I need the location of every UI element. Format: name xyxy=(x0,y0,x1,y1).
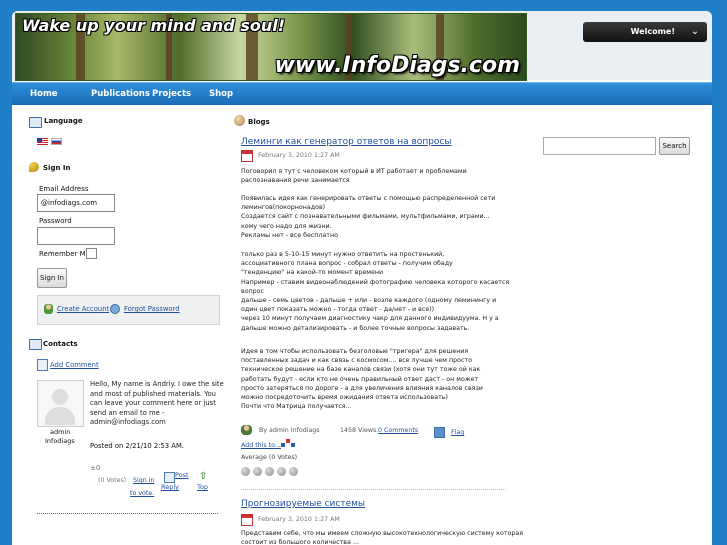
arrow-up-icon: ⇧ xyxy=(199,471,208,482)
calendar-icon xyxy=(241,514,253,526)
posted-date: Posted on 2/21/10 2:53 AM. xyxy=(90,442,184,450)
post-reply-link[interactable]: Post xyxy=(175,471,189,479)
create-account-link[interactable]: Create Account xyxy=(57,305,109,313)
remember-me-checkbox[interactable] xyxy=(86,248,97,259)
sign-in-link[interactable]: Sign in xyxy=(133,477,154,484)
post-title[interactable]: Прогнозируемые системы xyxy=(241,499,365,509)
remember-me-label: Remember Me xyxy=(39,250,90,258)
nav-projects[interactable]: Projects xyxy=(152,83,191,105)
to-vote-link[interactable]: to vote. xyxy=(130,490,154,497)
page: { "banner":{"tagline":"Wake up your mind… xyxy=(0,0,727,545)
forgot-password-link[interactable]: Forgot Password xyxy=(124,305,180,313)
post-paragraph: только раз в 5-10-15 минут нужно ответит… xyxy=(241,251,510,332)
banner-image: Wake up your mind and soul! www.InfoDiag… xyxy=(15,13,527,81)
message-line: send an email to me - xyxy=(90,408,165,417)
header-banner: Wake up your mind and soul! www.InfoDiag… xyxy=(12,11,712,81)
blogs-icon xyxy=(234,115,245,126)
blogs-title: Blogs xyxy=(248,118,270,126)
contact-message: Hello, My name is Andriy. I owe the site… xyxy=(90,380,224,428)
chevron-down-icon[interactable]: ⌄ xyxy=(683,22,707,42)
site-logo-text[interactable]: www.InfoDiags.com xyxy=(275,53,520,78)
rating-star-icon[interactable] xyxy=(265,467,274,476)
share-icon[interactable] xyxy=(281,439,297,449)
flag-us-icon[interactable] xyxy=(37,138,48,145)
language-icon xyxy=(29,117,42,128)
rating-star-icon[interactable] xyxy=(289,467,298,476)
vote-score: ±0 xyxy=(90,464,101,472)
flag-icon xyxy=(434,427,445,438)
top-link[interactable]: Top xyxy=(197,483,208,491)
message-line: admin@infodiags.com xyxy=(90,418,166,427)
post-author: By admin Infodiags xyxy=(259,427,320,434)
post-views: 1458 Views. xyxy=(340,427,379,434)
post-paragraph: Поговорил я тут с человеком который в ИТ… xyxy=(241,168,467,185)
help-icon xyxy=(110,304,120,314)
signin-title: Sign In xyxy=(43,164,71,172)
post-paragraph: Идея в том чтобы использовать безголовые… xyxy=(241,348,483,411)
vote-count: (0 Votes) xyxy=(98,477,127,484)
post-date: February 3, 2010 1:27 AM xyxy=(258,152,340,159)
post-title[interactable]: Леминги как генератор ответов на вопросы xyxy=(241,137,452,147)
flag-ru-icon[interactable] xyxy=(51,138,62,145)
main-nav: Home Publications Projects Shop xyxy=(12,82,712,105)
reply-icon xyxy=(164,472,175,483)
nav-home[interactable]: Home xyxy=(30,83,58,105)
post-paragraph: Появилась идея как генерировать ответы с… xyxy=(241,195,496,239)
account-links-box: Create Account Forgot Password xyxy=(37,295,220,325)
post-paragraph: Представим себе, что мы имеем сложную вы… xyxy=(241,530,523,545)
email-label: Email Address xyxy=(39,185,89,193)
email-field[interactable]: @infodiags.com xyxy=(37,194,115,212)
language-title: Language xyxy=(44,117,83,125)
page-frame: Wake up your mind and soul! www.InfoDiag… xyxy=(12,11,712,545)
rating-star-icon[interactable] xyxy=(241,467,250,476)
message-line: Hello, My name is Andriy. I owe the site xyxy=(90,380,224,388)
banner-tagline: Wake up your mind and soul! xyxy=(22,16,286,35)
key-icon xyxy=(29,162,39,172)
contacts-title: Contacts xyxy=(43,340,78,348)
rating-star-icon[interactable] xyxy=(253,467,262,476)
divider xyxy=(37,513,218,514)
message-line: and most of published materials. You xyxy=(90,389,216,398)
comments-link[interactable]: 0 Comments xyxy=(378,427,418,434)
calendar-icon xyxy=(241,150,253,162)
avatar xyxy=(37,380,84,427)
password-field[interactable] xyxy=(37,227,115,245)
search-button[interactable]: Search xyxy=(659,137,690,155)
add-this-link[interactable]: Add this to... xyxy=(241,442,281,449)
post-reply-link[interactable]: Reply xyxy=(161,483,179,491)
search-input[interactable] xyxy=(543,137,656,155)
rating-star-icon[interactable] xyxy=(277,467,286,476)
add-comment-link[interactable]: Add Comment xyxy=(50,361,99,369)
signin-button[interactable]: Sign In xyxy=(37,268,67,288)
author-icon xyxy=(241,425,252,435)
welcome-button[interactable]: Welcome! xyxy=(583,22,683,42)
add-user-icon xyxy=(44,304,53,314)
add-comment-icon xyxy=(37,359,48,371)
message-line: can leave your comment here or just xyxy=(90,399,216,408)
avatar-site: Infodiags xyxy=(45,437,75,445)
flag-link[interactable]: Flag xyxy=(451,429,464,436)
avatar-name: admin xyxy=(50,428,71,436)
nav-publications[interactable]: Publications xyxy=(91,83,150,105)
rating-average: Average (0 Votes) xyxy=(241,454,298,461)
divider xyxy=(241,489,506,490)
post-date: February 3, 2010 1:27 AM xyxy=(258,516,340,523)
contacts-icon xyxy=(29,339,42,350)
password-label: Password xyxy=(39,217,72,225)
nav-shop[interactable]: Shop xyxy=(209,83,233,105)
